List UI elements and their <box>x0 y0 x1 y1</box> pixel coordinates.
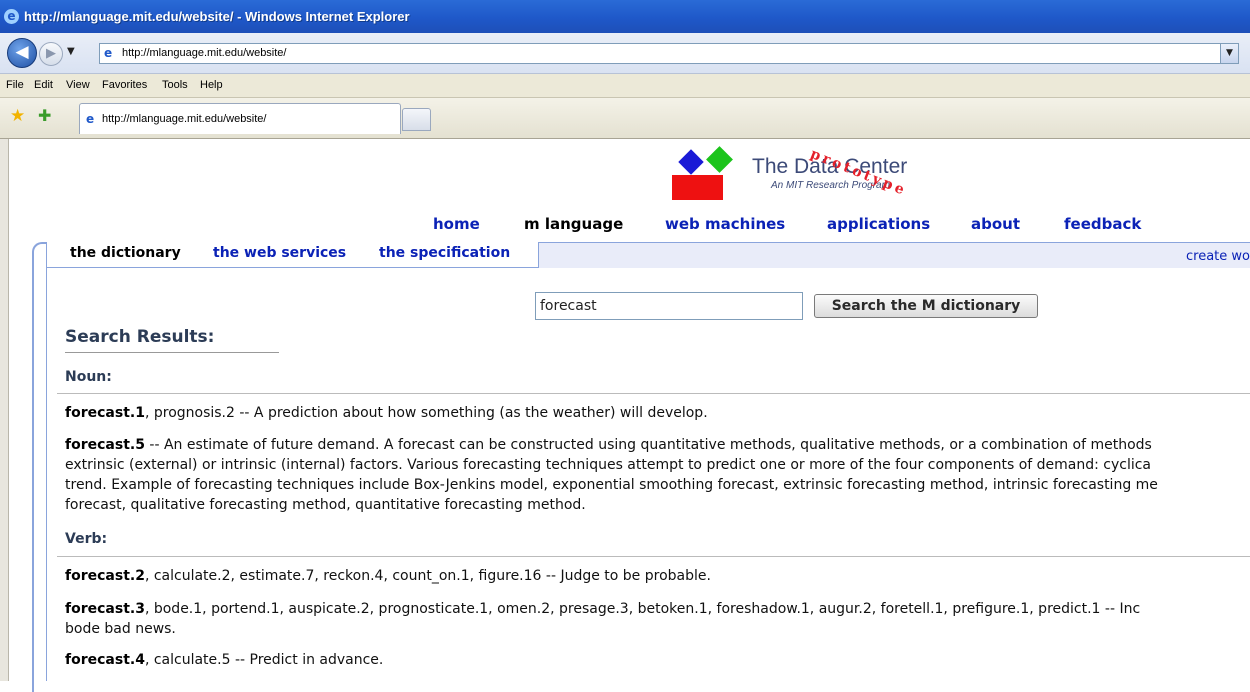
nav-m-language[interactable]: m language <box>524 215 623 233</box>
result-entry: forecast.3, bode.1, portend.1, auspicate… <box>65 599 1250 639</box>
entry-definition: , calculate.5 -- Predict in advance. <box>144 652 384 668</box>
subnav-specification[interactable]: the specification <box>379 245 510 261</box>
entry-definition: extrinsic (external) or intrinsic (inter… <box>65 457 1152 473</box>
add-favorite-icon[interactable]: ✚ <box>38 106 51 125</box>
entry-term[interactable]: forecast.1 <box>65 405 145 421</box>
tab-page-icon: e <box>86 112 95 126</box>
entry-definition: -- An estimate of future demand. A forec… <box>144 437 1152 453</box>
web-page: The Data Center An MIT Research Program … <box>9 139 1250 692</box>
menu-help[interactable]: Help <box>200 79 223 91</box>
address-text[interactable]: http://mlanguage.mit.edu/website/ <box>122 47 286 59</box>
results-title-underline <box>65 352 279 353</box>
favorites-bar: ★ ✚ e http://mlanguage.mit.edu/website/ <box>0 98 1250 139</box>
menu-edit[interactable]: Edit <box>34 79 53 91</box>
results-title: Search Results: <box>65 327 215 347</box>
menu-favorites[interactable]: Favorites <box>102 79 147 91</box>
entry-definition: , bode.1, portend.1, auspicate.2, progno… <box>144 601 1141 617</box>
window-left-border <box>0 139 9 681</box>
tab-title: http://mlanguage.mit.edu/website/ <box>102 113 267 125</box>
nav-about[interactable]: about <box>971 215 1020 233</box>
entry-definition: , prognosis.2 -- A prediction about how … <box>144 405 708 421</box>
subnav: the dictionary the web services the spec… <box>46 242 539 268</box>
favorites-star-icon[interactable]: ★ <box>10 106 25 126</box>
create-word-link[interactable]: create wo <box>1186 249 1250 264</box>
noun-divider <box>57 393 1250 394</box>
menu-file[interactable]: File <box>6 79 24 91</box>
ie-logo-icon: e <box>4 9 19 24</box>
verb-heading: Verb: <box>65 531 108 547</box>
window-titlebar: e http://mlanguage.mit.edu/website/ - Wi… <box>0 0 1250 33</box>
history-dropdown-icon[interactable]: ▼ <box>67 46 75 57</box>
entry-definition: , calculate.2, estimate.7, reckon.4, cou… <box>144 568 711 584</box>
entry-term[interactable]: forecast.5 <box>65 437 145 453</box>
back-button[interactable]: ◀ <box>7 38 37 68</box>
logo-red-block <box>672 175 723 200</box>
page-icon: e <box>104 46 113 60</box>
window-title: http://mlanguage.mit.edu/website/ - Wind… <box>24 9 410 24</box>
subnav-web-services[interactable]: the web services <box>213 245 346 261</box>
entry-definition: bode bad news. <box>65 621 176 637</box>
entry-term[interactable]: forecast.4 <box>65 652 145 668</box>
result-entry: forecast.1, prognosis.2 -- A prediction … <box>65 403 1250 423</box>
result-entry: forecast.4, calculate.5 -- Predict in ad… <box>65 650 1250 670</box>
subnav-bar <box>539 243 1250 268</box>
back-arrow-icon: ◀ <box>15 42 29 62</box>
entry-term[interactable]: forecast.3 <box>65 601 145 617</box>
menu-view[interactable]: View <box>66 79 90 91</box>
result-entry: forecast.5 -- An estimate of future dema… <box>65 435 1250 515</box>
search-input[interactable] <box>535 292 803 320</box>
entry-term[interactable]: forecast.2 <box>65 568 145 584</box>
entry-definition: trend. Example of forecasting techniques… <box>65 477 1158 493</box>
menu-tools[interactable]: Tools <box>162 79 188 91</box>
tab-current[interactable]: e http://mlanguage.mit.edu/website/ <box>79 103 401 134</box>
noun-heading: Noun: <box>65 369 112 385</box>
forward-button[interactable]: ▶ <box>39 42 63 66</box>
entry-definition: forecast, qualitative forecasting method… <box>65 497 586 513</box>
nav-applications[interactable]: applications <box>827 215 930 233</box>
menu-bar: File Edit View Favorites Tools Help <box>0 74 1250 98</box>
new-tab-button[interactable] <box>402 108 431 131</box>
subnav-dictionary[interactable]: the dictionary <box>70 245 181 261</box>
site-logo[interactable]: The Data Center An MIT Research Program … <box>666 144 966 206</box>
address-toolbar: ◀ ▶ ▼ e http://mlanguage.mit.edu/website… <box>0 33 1250 74</box>
result-entry: forecast.2, calculate.2, estimate.7, rec… <box>65 566 1250 586</box>
logo-blue-square <box>678 149 704 175</box>
address-dropdown-icon[interactable]: ▼ <box>1220 44 1238 63</box>
search-button[interactable]: Search the M dictionary <box>814 294 1038 318</box>
logo-green-square <box>706 146 733 173</box>
nav-home[interactable]: home <box>433 215 480 233</box>
forward-arrow-icon: ▶ <box>46 46 56 61</box>
verb-divider <box>57 556 1250 557</box>
nav-web-machines[interactable]: web machines <box>665 215 785 233</box>
address-bar[interactable]: e http://mlanguage.mit.edu/website/ ▼ <box>99 43 1239 64</box>
nav-feedback[interactable]: feedback <box>1064 215 1141 233</box>
